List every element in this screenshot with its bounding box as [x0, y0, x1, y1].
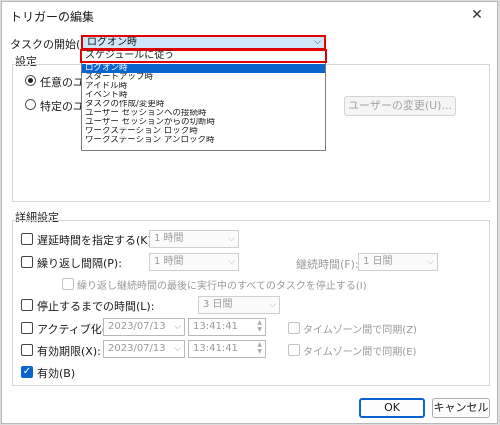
begin-task-selected: ログオン時 — [87, 37, 137, 48]
spinner-icon[interactable]: ▲ ▼ — [257, 319, 262, 333]
duration-select[interactable]: 1 日間 ⌵ — [358, 253, 438, 271]
dropdown-option[interactable]: タスクの作成/変更時 — [82, 100, 325, 109]
window-title: トリガーの編集 — [10, 10, 95, 24]
expire-time-value: 13:41:41 — [193, 343, 238, 354]
chevron-down-icon: ⌵ — [269, 300, 276, 310]
chevron-down-icon: ⌵ — [174, 344, 181, 354]
stop-all-label: 繰り返し継続時間の最後に実行中のすべてのタスクを停止する(I) — [77, 281, 367, 292]
dropdown-option-schedule[interactable]: スケジュールに従う — [80, 49, 327, 63]
dropdown-option[interactable]: アイドル時 — [82, 82, 325, 91]
repeat-value: 1 時間 — [154, 256, 184, 267]
duration-value: 1 日間 — [363, 256, 393, 267]
duration-label: 継続時間(F): — [296, 258, 359, 271]
delay-select[interactable]: 1 時間 ⌵ — [149, 230, 239, 248]
dropdown-option[interactable]: ユーザー セッションからの切断時 — [82, 118, 325, 127]
activate-date-value: 2023/07/13 — [108, 321, 166, 332]
activate-checkbox[interactable] — [21, 322, 33, 334]
begin-task-select[interactable]: ログオン時 ⌵ — [81, 35, 326, 50]
expire-date-field[interactable]: 2023/07/13 ⌵ — [103, 340, 185, 358]
dropdown-option[interactable]: ワークステーション アンロック時 — [82, 136, 325, 145]
chevron-down-icon: ⌵ — [228, 257, 235, 267]
activate-time-field[interactable]: 13:41:41 ▲ ▼ — [188, 318, 266, 336]
delay-value: 1 時間 — [154, 233, 184, 244]
dropdown-option[interactable]: イベント時 — [82, 91, 325, 100]
delay-checkbox[interactable] — [21, 233, 33, 245]
stop-after-select[interactable]: 3 日間 ⌵ — [198, 296, 280, 314]
radio-any-user[interactable] — [25, 75, 36, 86]
dropdown-option[interactable]: ワークステーション ロック時 — [82, 127, 325, 136]
repeat-label: 繰り返し間隔(P): — [37, 257, 122, 270]
change-user-button[interactable]: ユーザーの変更(U)... — [344, 96, 456, 116]
expire-date-value: 2023/07/13 — [108, 343, 166, 354]
spinner-icon[interactable]: ▲ ▼ — [257, 341, 262, 355]
expire-time-field[interactable]: 13:41:41 ▲ ▼ — [188, 340, 266, 358]
check-icon: ✓ — [22, 366, 32, 377]
activate-tz-checkbox[interactable] — [288, 322, 300, 334]
ok-button[interactable]: OK — [359, 398, 425, 418]
stop-after-label: 停止するまでの時間(L): — [37, 300, 155, 313]
chevron-down-icon: ⌵ — [174, 322, 181, 332]
close-icon[interactable]: ✕ — [463, 2, 491, 28]
expire-label: 有効期限(X): — [37, 345, 101, 358]
dropdown-option[interactable]: ログオン時 — [82, 64, 325, 73]
chevron-down-icon: ⌵ — [427, 257, 434, 267]
edit-trigger-dialog: トリガーの編集 ✕ タスクの開始(G): ログオン時 ⌵ 設定 任意のユー 特定… — [1, 1, 498, 424]
title-bar: トリガーの編集 ✕ — [2, 2, 497, 28]
enabled-checkbox[interactable]: ✓ — [21, 366, 33, 378]
trigger-dropdown-list[interactable]: ログオン時 スタートアップ時 アイドル時 イベント時 タスクの作成/変更時 ユー… — [81, 50, 326, 151]
expire-tz-checkbox[interactable] — [288, 344, 300, 356]
enabled-label: 有効(B) — [37, 367, 76, 380]
dropdown-option[interactable]: ユーザー セッションへの接続時 — [82, 109, 325, 118]
expire-checkbox[interactable] — [21, 344, 33, 356]
activate-time-value: 13:41:41 — [193, 321, 238, 332]
repeat-select[interactable]: 1 時間 ⌵ — [149, 253, 239, 271]
expire-tz-label: タイムゾーン間で同期(E) — [303, 347, 417, 358]
activate-tz-label: タイムゾーン間で同期(Z) — [303, 325, 417, 336]
chevron-down-icon: ⌵ — [314, 37, 321, 47]
stop-all-checkbox[interactable] — [62, 278, 74, 290]
radio-specific-user[interactable] — [25, 99, 36, 110]
activate-date-field[interactable]: 2023/07/13 ⌵ — [103, 318, 185, 336]
chevron-down-icon: ⌵ — [228, 234, 235, 244]
stop-after-checkbox[interactable] — [21, 299, 33, 311]
delay-label: 遅延時間を指定する(K): — [37, 234, 156, 247]
cancel-button[interactable]: キャンセル — [432, 398, 490, 418]
dropdown-option[interactable]: スタートアップ時 — [82, 73, 325, 82]
stop-after-value: 3 日間 — [203, 299, 233, 310]
repeat-checkbox[interactable] — [21, 256, 33, 268]
